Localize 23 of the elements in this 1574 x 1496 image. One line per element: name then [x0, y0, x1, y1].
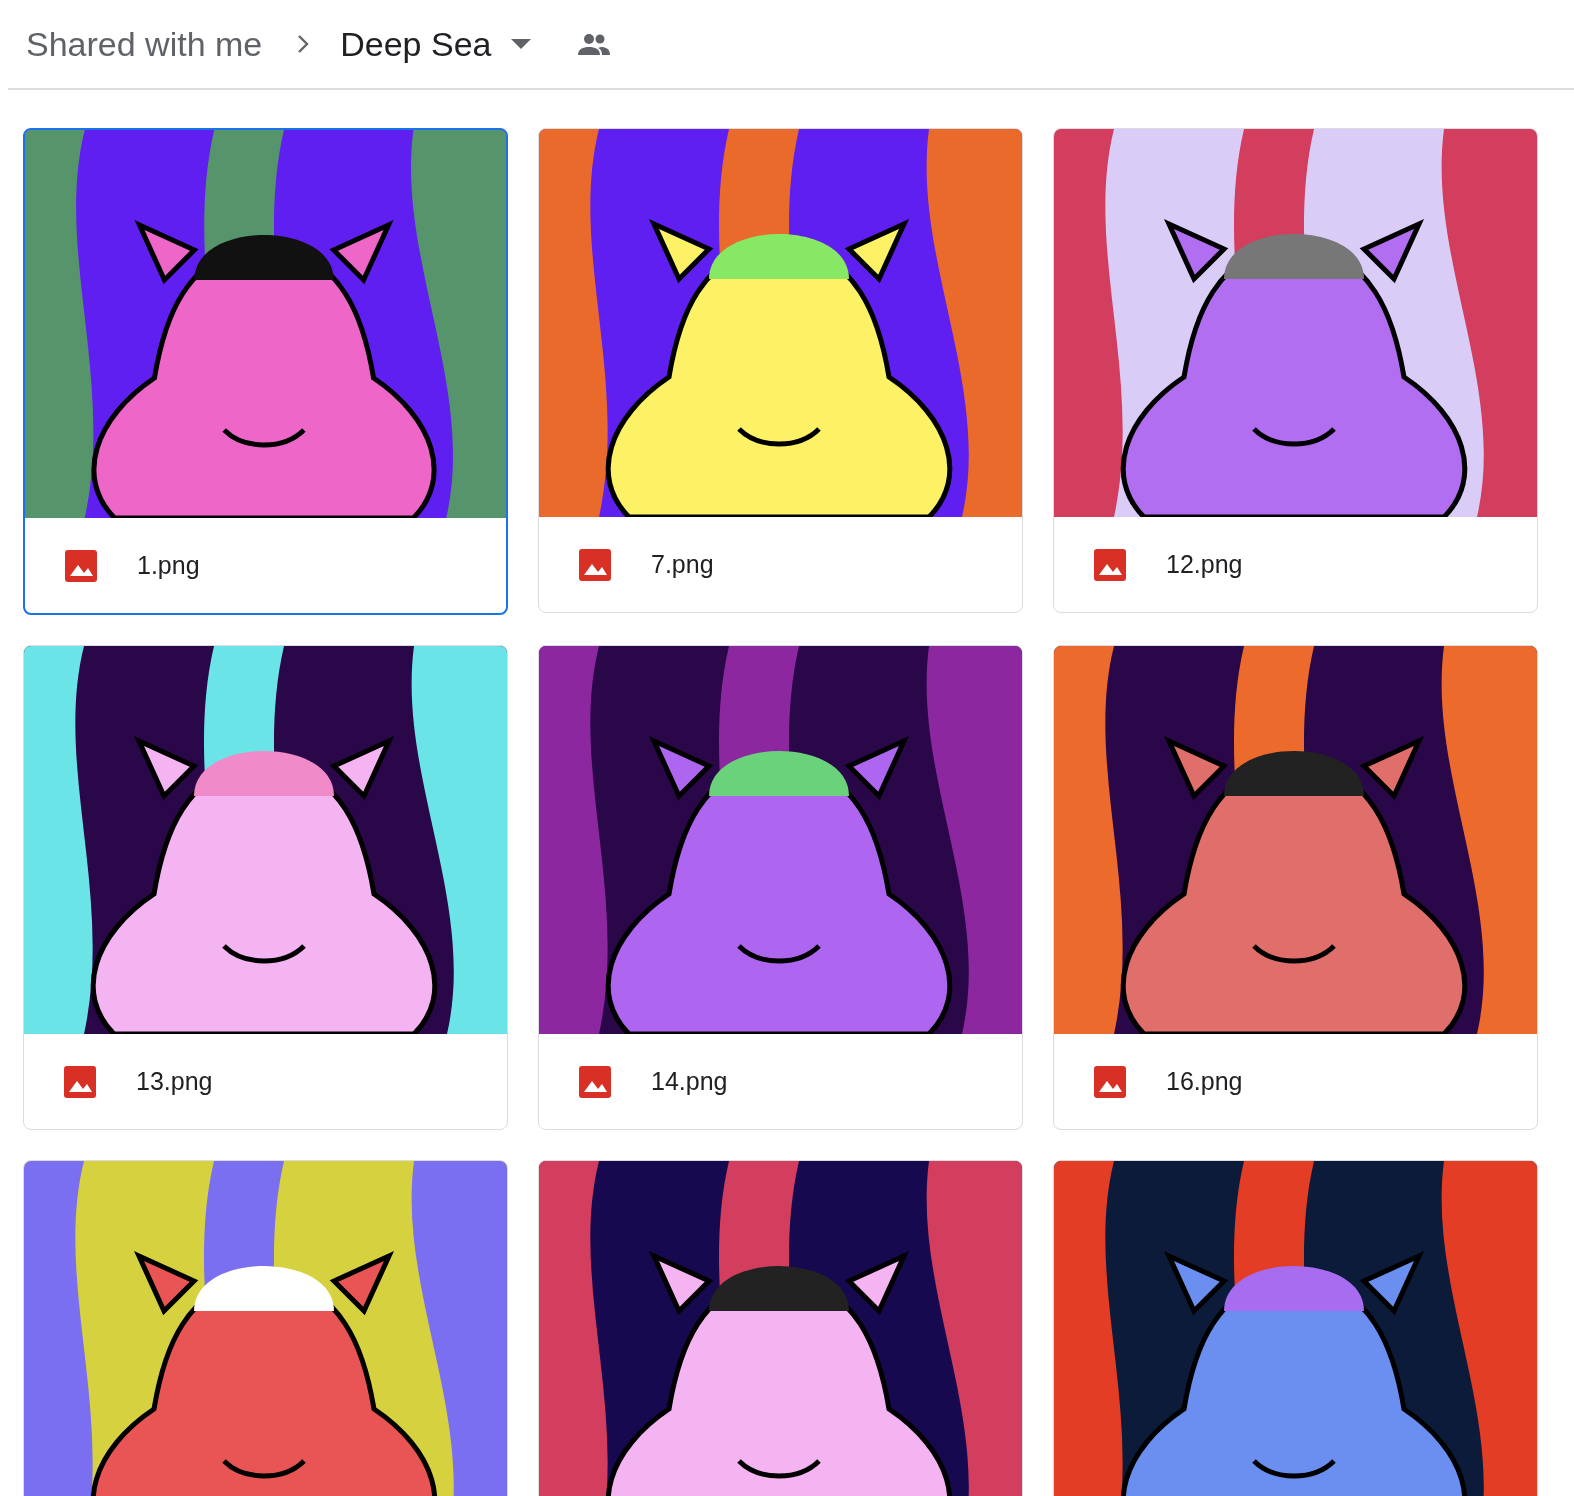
image-file-icon — [1094, 548, 1126, 581]
image-file-icon — [579, 548, 611, 581]
file-name: 12.png — [1166, 550, 1243, 579]
breadcrumb-link[interactable]: Shared with me — [26, 24, 263, 64]
file-card[interactable]: 1.png — [23, 128, 508, 615]
image-file-icon — [1094, 1065, 1126, 1098]
image-file-icon — [65, 549, 97, 582]
chevron-right-icon — [296, 33, 311, 55]
file-card[interactable]: 13.png — [23, 645, 508, 1130]
file-name: 13.png — [136, 1067, 213, 1096]
file-card[interactable]: 16.png — [1053, 645, 1538, 1130]
caret-icon — [511, 39, 532, 49]
people-icon — [577, 32, 612, 56]
file-name: 7.png — [651, 550, 714, 579]
image-file-icon — [64, 1065, 96, 1098]
file-name: 16.png — [1166, 1067, 1243, 1096]
image-file-icon — [579, 1065, 611, 1098]
file-card[interactable]: 14.png — [538, 645, 1023, 1130]
file-card[interactable]: 7.png — [538, 128, 1023, 613]
file-card[interactable]: 12.png — [1053, 128, 1538, 613]
file-name: 1.png — [137, 551, 200, 580]
file-name: 14.png — [651, 1067, 728, 1096]
folder-dropdown[interactable]: Deep Sea — [340, 24, 532, 64]
